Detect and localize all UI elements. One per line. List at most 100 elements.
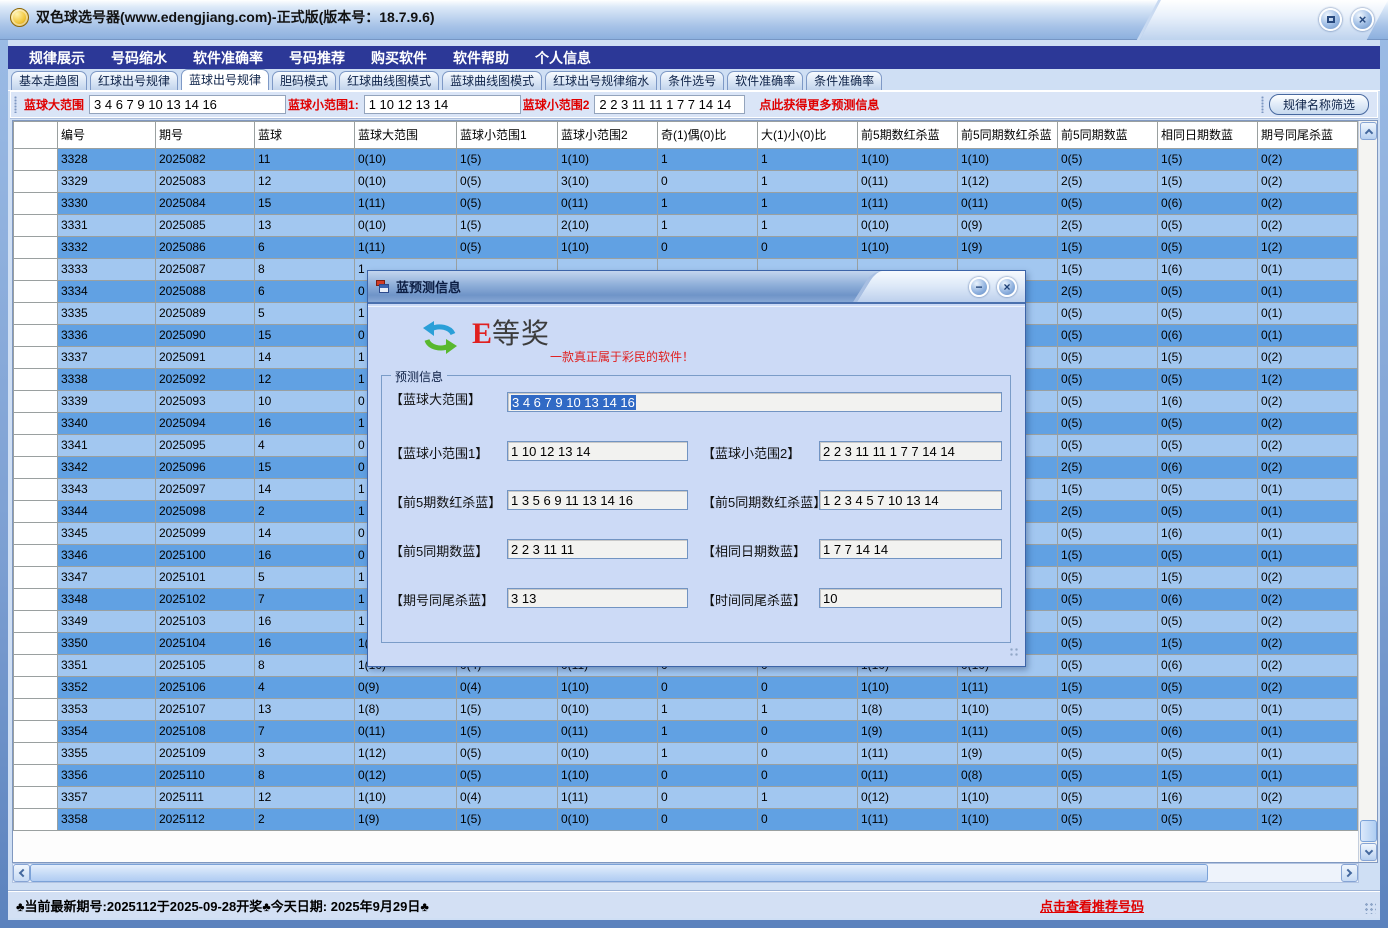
cell[interactable]: 1(10): [958, 149, 1058, 171]
field-blue-small-range2-input[interactable]: 2 2 3 11 11 1 7 7 14 14: [819, 441, 1002, 461]
cell[interactable]: 0(2): [1258, 611, 1358, 633]
cell[interactable]: 0(5): [1058, 589, 1158, 611]
cell[interactable]: 0(6): [1158, 655, 1258, 677]
row-selector[interactable]: [14, 809, 58, 831]
cell[interactable]: 0(1): [1258, 501, 1358, 523]
cell[interactable]: 0(5): [1158, 501, 1258, 523]
cell[interactable]: 1(9): [958, 743, 1058, 765]
cell[interactable]: 3345: [58, 523, 156, 545]
cell[interactable]: 8: [255, 765, 355, 787]
cell[interactable]: 1(11): [958, 677, 1058, 699]
cell[interactable]: 0(5): [1158, 743, 1258, 765]
cell[interactable]: 2025087: [156, 259, 255, 281]
vertical-scroll-thumb[interactable]: [1360, 820, 1377, 842]
cell[interactable]: 0(2): [1258, 193, 1358, 215]
row-selector[interactable]: [14, 633, 58, 655]
dialog-resize-grip-icon[interactable]: [1009, 647, 1020, 658]
cell[interactable]: 3338: [58, 369, 156, 391]
menu-item-0[interactable]: 规律展示: [16, 48, 98, 68]
cell[interactable]: 1(10): [958, 809, 1058, 831]
cell[interactable]: 3331: [58, 215, 156, 237]
dialog-title-bar[interactable]: 蓝预测信息 − ×: [368, 271, 1025, 304]
row-selector[interactable]: [14, 259, 58, 281]
cell[interactable]: 4: [255, 435, 355, 457]
field-time-tail-kill-blue-input[interactable]: 10: [819, 588, 1002, 608]
cell[interactable]: 1: [758, 699, 858, 721]
cell[interactable]: 3335: [58, 303, 156, 325]
cell[interactable]: 15: [255, 325, 355, 347]
row-selector[interactable]: [14, 523, 58, 545]
cell[interactable]: 10: [255, 391, 355, 413]
cell[interactable]: 0(10): [858, 215, 958, 237]
cell[interactable]: 0(5): [1158, 809, 1258, 831]
cell[interactable]: 12: [255, 171, 355, 193]
cell[interactable]: 1(5): [1158, 149, 1258, 171]
cell[interactable]: 1(11): [858, 193, 958, 215]
row-selector[interactable]: [14, 347, 58, 369]
cell[interactable]: 2025104: [156, 633, 255, 655]
cell[interactable]: 1(5): [1158, 171, 1258, 193]
cell[interactable]: 0(5): [1158, 611, 1258, 633]
cell[interactable]: 1(6): [1158, 787, 1258, 809]
cell[interactable]: 0(5): [1158, 303, 1258, 325]
cell[interactable]: 16: [255, 413, 355, 435]
cell[interactable]: 0(2): [1258, 171, 1358, 193]
row-selector[interactable]: [14, 171, 58, 193]
cell[interactable]: 1(10): [958, 787, 1058, 809]
cell[interactable]: 1: [658, 193, 758, 215]
cell[interactable]: 0(12): [858, 787, 958, 809]
cell[interactable]: 1: [658, 149, 758, 171]
cell[interactable]: 13: [255, 699, 355, 721]
dialog-minimize-button[interactable]: −: [969, 277, 989, 297]
cell[interactable]: 2(5): [1058, 501, 1158, 523]
cell[interactable]: 1(5): [457, 699, 558, 721]
cell[interactable]: 2025092: [156, 369, 255, 391]
field-same-date-blue-input[interactable]: 1 7 7 14 14: [819, 539, 1002, 559]
cell[interactable]: 3354: [58, 721, 156, 743]
cell[interactable]: 0(10): [355, 171, 457, 193]
cell[interactable]: 1(5): [1058, 677, 1158, 699]
cell[interactable]: 3349: [58, 611, 156, 633]
cell[interactable]: 2(5): [1058, 281, 1158, 303]
column-header-0[interactable]: 编号: [58, 122, 156, 149]
cell[interactable]: 2025085: [156, 215, 255, 237]
cell[interactable]: 2025108: [156, 721, 255, 743]
cell[interactable]: 1(5): [1158, 347, 1258, 369]
field-blue-big-range-input[interactable]: 3 4 6 7 9 10 13 14 16: [507, 392, 1002, 412]
scroll-right-button[interactable]: [1341, 864, 1358, 882]
cell[interactable]: 2025098: [156, 501, 255, 523]
cell[interactable]: 3342: [58, 457, 156, 479]
menu-item-1[interactable]: 号码缩水: [98, 48, 180, 68]
cell[interactable]: 0(11): [958, 193, 1058, 215]
cell[interactable]: 0(2): [1258, 435, 1358, 457]
cell[interactable]: 8: [255, 259, 355, 281]
cell[interactable]: 0(5): [1058, 787, 1158, 809]
cell[interactable]: 2025105: [156, 655, 255, 677]
row-selector[interactable]: [14, 237, 58, 259]
cell[interactable]: 0(9): [355, 677, 457, 699]
cell[interactable]: 1(12): [958, 171, 1058, 193]
field-last5-same-period-red-kill-blue-input[interactable]: 1 2 3 4 5 7 10 13 14: [819, 490, 1002, 510]
row-selector[interactable]: [14, 655, 58, 677]
cell[interactable]: 0(6): [1158, 457, 1258, 479]
cell[interactable]: 0: [758, 743, 858, 765]
column-header-5[interactable]: 蓝球小范围2: [558, 122, 658, 149]
cell[interactable]: 0: [658, 171, 758, 193]
cell[interactable]: 3351: [58, 655, 156, 677]
cell[interactable]: 1(9): [958, 237, 1058, 259]
scroll-left-button[interactable]: [13, 864, 30, 882]
row-selector[interactable]: [14, 743, 58, 765]
cell[interactable]: 0(5): [1058, 303, 1158, 325]
cell[interactable]: 0: [658, 809, 758, 831]
cell[interactable]: 0(6): [1158, 325, 1258, 347]
cell[interactable]: 0(6): [1158, 589, 1258, 611]
cell[interactable]: 3343: [58, 479, 156, 501]
row-selector[interactable]: [14, 391, 58, 413]
tab-0[interactable]: 基本走趋图: [11, 71, 87, 90]
cell[interactable]: 1(10): [858, 677, 958, 699]
cell[interactable]: 0(2): [1258, 391, 1358, 413]
tab-1[interactable]: 红球出号规律: [90, 71, 178, 90]
cell[interactable]: 0(5): [457, 743, 558, 765]
cell[interactable]: 0: [758, 237, 858, 259]
field-issue-tail-kill-blue-input[interactable]: 3 13: [507, 588, 688, 608]
